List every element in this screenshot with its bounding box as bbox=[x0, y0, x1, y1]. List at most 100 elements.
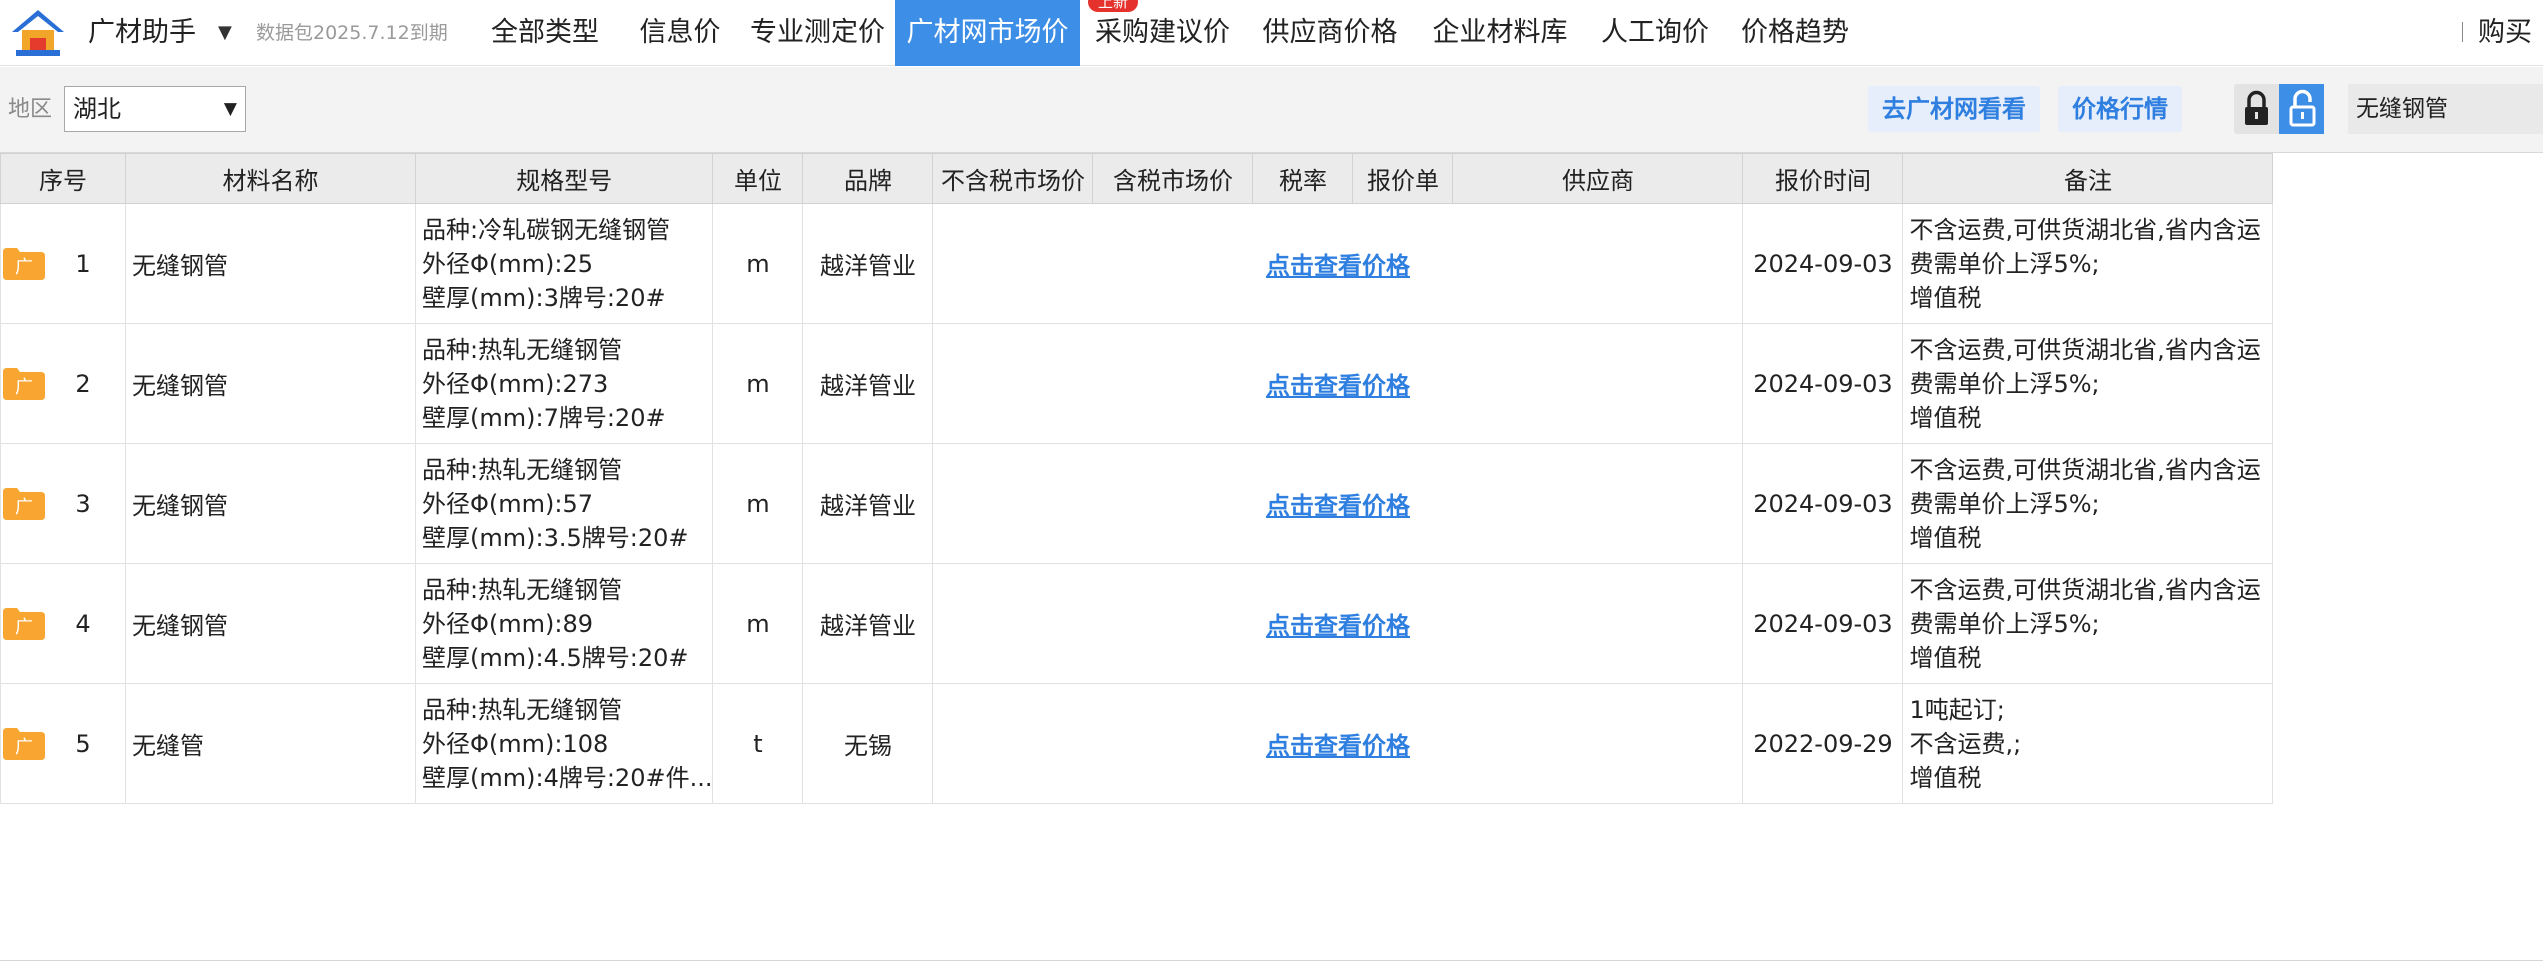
guangcai-logo-icon[interactable] bbox=[8, 6, 68, 60]
spec-line: 品种:热轧无缝钢管 bbox=[422, 455, 623, 484]
col-header-price-excl-tax[interactable]: 不含税市场价 bbox=[932, 153, 1094, 204]
brand-cell: 越洋管业 bbox=[802, 443, 934, 564]
spec-line: 品种:热轧无缝钢管 bbox=[422, 335, 623, 364]
spec-line: 外径Φ(mm):273 bbox=[422, 369, 609, 398]
table-row[interactable]: 广 2 无缝钢管 品种:热轧无缝钢管 外径Φ(mm):273 壁厚(mm):7牌… bbox=[0, 323, 2274, 444]
remarks-cell: 1吨起订; 不含运费,; 增值税 bbox=[1902, 683, 2274, 804]
spec-line: 品种:热轧无缝钢管 bbox=[422, 695, 623, 724]
view-price-link[interactable]: 点击查看价格 bbox=[1266, 732, 1410, 760]
spec-line: 壁厚(mm):4.5牌号:20# bbox=[422, 643, 689, 672]
source-tag-label: 广 bbox=[15, 737, 33, 758]
table-row[interactable]: 广 5 无缝管 品种:热轧无缝钢管 外径Φ(mm):108 壁厚(mm):4牌号… bbox=[0, 683, 2274, 804]
col-header-tax-rate[interactable]: 税率 bbox=[1252, 153, 1354, 204]
remark-line: 不含运费,; bbox=[1909, 729, 2022, 758]
brand-cell: 无锡 bbox=[802, 683, 934, 804]
remarks-cell: 不含运费,可供货湖北省,省内含运 费需单价上浮5%; 增值税 bbox=[1902, 563, 2274, 684]
col-header-quote-date[interactable]: 报价时间 bbox=[1742, 153, 1904, 204]
tab-all-types[interactable]: 全部类型 bbox=[470, 0, 620, 66]
remark-line: 不含运费,可供货湖北省,省内含运 bbox=[1909, 575, 2261, 604]
spec-line: 外径Φ(mm):89 bbox=[422, 609, 593, 638]
tab-price-trend[interactable]: 价格趋势 bbox=[1725, 0, 1865, 66]
row-number: 1 bbox=[75, 249, 91, 278]
guangcai-source-tag-icon: 广 bbox=[3, 488, 45, 520]
col-header-price-incl-tax[interactable]: 含税市场价 bbox=[1092, 153, 1254, 204]
spec-line: 壁厚(mm):7牌号:20# bbox=[422, 403, 666, 432]
seq-cell: 广 2 bbox=[0, 323, 126, 444]
spec-line: 品种:冷轧碳钢无缝钢管 bbox=[422, 215, 671, 244]
goto-site-button[interactable]: 去广材网看看 bbox=[1868, 86, 2040, 132]
tab-info-price[interactable]: 信息价 bbox=[620, 0, 740, 66]
tab-market-price[interactable]: 广材网市场价 bbox=[895, 0, 1080, 66]
material-name-cell: 无缝钢管 bbox=[125, 443, 416, 564]
guangcai-source-tag-icon: 广 bbox=[3, 248, 45, 280]
material-name-cell: 无缝钢管 bbox=[125, 203, 416, 324]
row-number: 5 bbox=[75, 729, 91, 758]
view-price-link[interactable]: 点击查看价格 bbox=[1266, 372, 1410, 400]
col-header-material-name[interactable]: 材料名称 bbox=[125, 153, 416, 204]
seq-cell: 广 1 bbox=[0, 203, 126, 324]
bottom-divider bbox=[0, 960, 2543, 961]
remark-line: 费需单价上浮5%; bbox=[1909, 489, 2100, 518]
price-link-cell: 点击查看价格 bbox=[932, 323, 1744, 444]
lock-toggle[interactable] bbox=[2234, 84, 2324, 134]
search-input[interactable]: 无缝钢管 bbox=[2348, 84, 2543, 134]
price-link-cell: 点击查看价格 bbox=[932, 443, 1744, 564]
quote-date-cell: 2024-09-03 bbox=[1742, 443, 1904, 564]
remarks-cell: 不含运费,可供货湖北省,省内含运 费需单价上浮5%; 增值税 bbox=[1902, 443, 2274, 564]
new-badge: 上新 bbox=[1088, 0, 1138, 12]
view-price-link[interactable]: 点击查看价格 bbox=[1266, 252, 1410, 280]
spec-line: 壁厚(mm):3牌号:20# bbox=[422, 283, 666, 312]
tab-manual-inquiry[interactable]: 人工询价 bbox=[1585, 0, 1725, 66]
col-header-brand[interactable]: 品牌 bbox=[802, 153, 934, 204]
region-label: 地区 bbox=[8, 97, 53, 122]
app-menu-caret-icon[interactable]: ▼ bbox=[218, 0, 232, 66]
spec-cell: 品种:热轧无缝钢管 外径Φ(mm):108 壁厚(mm):4牌号:20#件... bbox=[414, 683, 714, 804]
col-header-supplier[interactable]: 供应商 bbox=[1452, 153, 1744, 204]
region-select[interactable]: 湖北 ▼ bbox=[64, 86, 246, 132]
spec-line: 外径Φ(mm):108 bbox=[422, 729, 609, 758]
region-selected-value: 湖北 bbox=[73, 95, 121, 123]
lock-icon[interactable] bbox=[2234, 84, 2279, 134]
unit-cell: m bbox=[712, 323, 804, 444]
unit-cell: m bbox=[712, 563, 804, 684]
source-tag-label: 广 bbox=[15, 377, 33, 398]
row-number: 3 bbox=[75, 489, 91, 518]
price-link-cell: 点击查看价格 bbox=[932, 683, 1744, 804]
spec-line: 壁厚(mm):4牌号:20#件... bbox=[422, 763, 713, 792]
source-tag-label: 广 bbox=[15, 257, 33, 278]
col-header-seq[interactable]: 序号 bbox=[0, 153, 126, 204]
col-header-unit[interactable]: 单位 bbox=[712, 153, 804, 204]
chevron-down-icon: ▼ bbox=[223, 99, 237, 119]
row-number: 2 bbox=[75, 369, 91, 398]
seq-cell: 广 5 bbox=[0, 683, 126, 804]
guangcai-source-tag-icon: 广 bbox=[3, 608, 45, 640]
remark-line: 费需单价上浮5%; bbox=[1909, 609, 2100, 638]
brand-cell: 越洋管业 bbox=[802, 563, 934, 684]
table-row[interactable]: 广 4 无缝钢管 品种:热轧无缝钢管 外径Φ(mm):89 壁厚(mm):4.5… bbox=[0, 563, 2274, 684]
unlock-icon[interactable] bbox=[2279, 84, 2324, 134]
guangcai-source-tag-icon: 广 bbox=[3, 728, 45, 760]
remark-line: 增值税 bbox=[1909, 763, 1982, 792]
view-price-link[interactable]: 点击查看价格 bbox=[1266, 612, 1410, 640]
tab-professional-price[interactable]: 专业测定价 bbox=[740, 0, 895, 66]
remark-line: 增值税 bbox=[1909, 523, 1982, 552]
col-header-remarks[interactable]: 备注 bbox=[1902, 153, 2274, 204]
unit-cell: m bbox=[712, 443, 804, 564]
quote-date-cell: 2024-09-03 bbox=[1742, 563, 1904, 684]
source-tag-label: 广 bbox=[15, 617, 33, 638]
col-header-spec[interactable]: 规格型号 bbox=[414, 153, 714, 204]
app-title[interactable]: 广材助手 bbox=[88, 0, 196, 66]
table-row[interactable]: 广 3 无缝钢管 品种:热轧无缝钢管 外径Φ(mm):57 壁厚(mm):3.5… bbox=[0, 443, 2274, 564]
view-price-link[interactable]: 点击查看价格 bbox=[1266, 492, 1410, 520]
tab-enterprise-library[interactable]: 企业材料库 bbox=[1415, 0, 1585, 66]
price-table: 序号 材料名称 规格型号 单位 品牌 不含税市场价 含税市场价 税率 报价单 供… bbox=[0, 153, 2274, 804]
buy-link[interactable]: 购买 bbox=[2478, 0, 2532, 66]
price-trend-button[interactable]: 价格行情 bbox=[2058, 86, 2182, 132]
spec-cell: 品种:热轧无缝钢管 外径Φ(mm):57 壁厚(mm):3.5牌号:20# bbox=[414, 443, 714, 564]
material-name-cell: 无缝钢管 bbox=[125, 323, 416, 444]
table-row[interactable]: 广 1 无缝钢管 品种:冷轧碳钢无缝钢管 外径Φ(mm):25 壁厚(mm):3… bbox=[0, 203, 2274, 324]
tab-supplier-price[interactable]: 供应商价格 bbox=[1245, 0, 1415, 66]
material-name-cell: 无缝钢管 bbox=[125, 563, 416, 684]
quote-date-cell: 2024-09-03 bbox=[1742, 203, 1904, 324]
col-header-quotation[interactable]: 报价单 bbox=[1352, 153, 1454, 204]
